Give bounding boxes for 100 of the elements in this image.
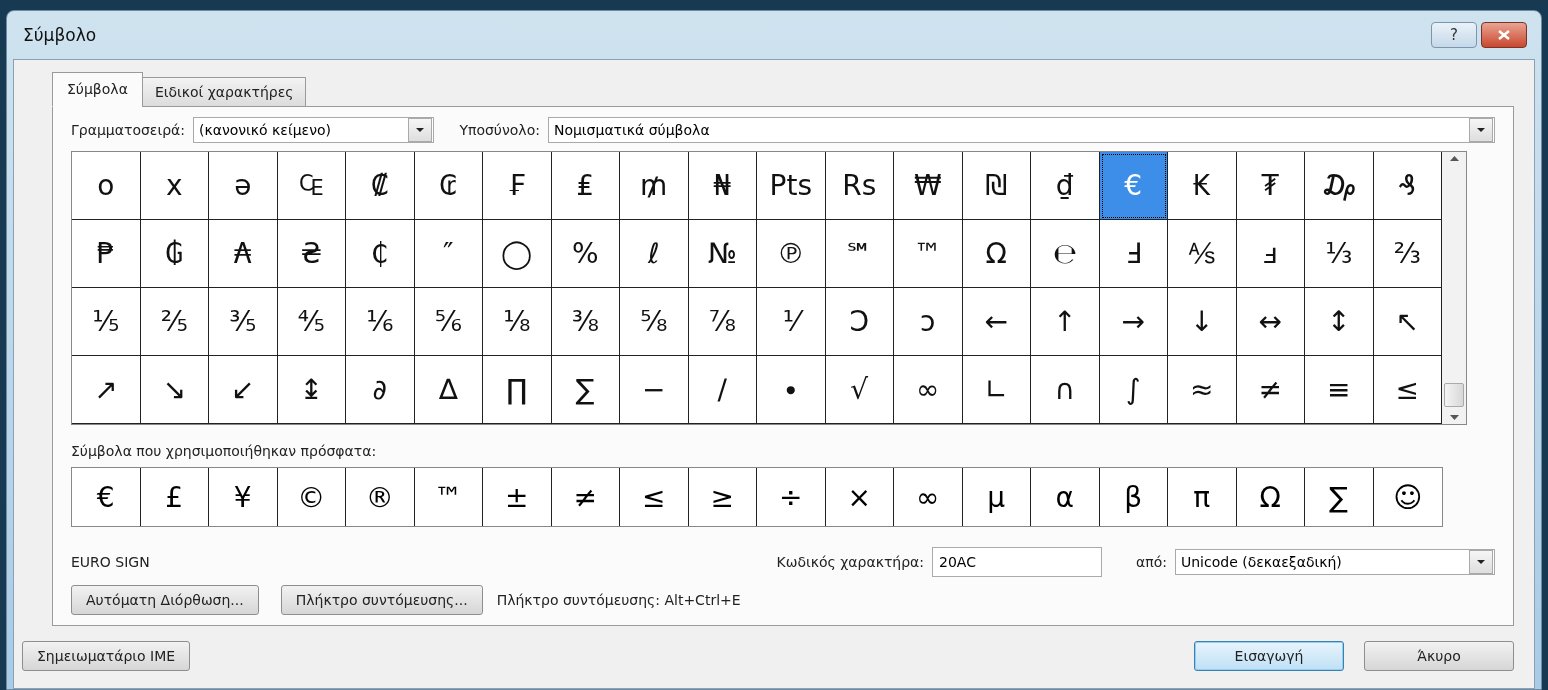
symbol-cell[interactable]: ⅓ — [1305, 220, 1374, 288]
recent-symbol-cell[interactable]: ≤ — [620, 468, 689, 526]
symbol-cell[interactable]: ə — [209, 152, 278, 220]
symbol-cell[interactable]: ⅘ — [277, 288, 346, 356]
symbol-cell[interactable]: ↄ — [894, 288, 963, 356]
symbol-cell[interactable]: ↘ — [140, 356, 209, 424]
symbol-cell[interactable]: ← — [962, 288, 1031, 356]
symbol-cell[interactable]: ₱ — [72, 220, 141, 288]
symbol-cell[interactable]: ₮ — [1236, 152, 1305, 220]
symbol-cell[interactable]: ⅛ — [483, 288, 552, 356]
encoding-dropdown[interactable]: Unicode (δεκαεξαδική) — [1175, 549, 1495, 575]
symbol-cell[interactable]: ∂ — [346, 356, 415, 424]
symbol-cell[interactable]: ∟ — [962, 356, 1031, 424]
symbol-cell[interactable]: Ω — [962, 220, 1031, 288]
symbol-cell[interactable]: ⅗ — [209, 288, 278, 356]
symbol-cell[interactable]: ⅞ — [688, 288, 757, 356]
symbol-cell[interactable]: ₴ — [277, 220, 346, 288]
symbol-cell[interactable]: ⅙ — [346, 288, 415, 356]
symbol-cell[interactable]: ₵ — [346, 220, 415, 288]
symbol-cell[interactable]: ↖ — [1373, 288, 1442, 356]
font-dropdown[interactable]: (κανονικό κείμενο) — [192, 117, 435, 143]
recent-symbol-cell[interactable]: ® — [346, 468, 415, 526]
symbol-cell[interactable]: − — [620, 356, 689, 424]
symbol-cell[interactable]: ↑ — [1031, 288, 1100, 356]
symbol-cell[interactable]: ∑ — [551, 356, 620, 424]
symbol-cell[interactable]: ₤ — [551, 152, 620, 220]
symbol-cell[interactable]: ₢ — [414, 152, 483, 220]
symbol-cell[interactable]: Ↄ — [825, 288, 894, 356]
close-button[interactable] — [1481, 22, 1527, 48]
autocorrect-button[interactable]: Αυτόματη Διόρθωση... — [71, 585, 259, 615]
symbol-cell[interactable]: ⅔ — [1373, 220, 1442, 288]
symbol-cell[interactable]: ∏ — [483, 356, 552, 424]
symbol-cell[interactable]: ₠ — [277, 152, 346, 220]
symbol-cell[interactable]: % — [551, 220, 620, 288]
recent-symbol-cell[interactable]: π — [1168, 468, 1237, 526]
symbol-cell[interactable]: ≈ — [1168, 356, 1237, 424]
symbol-cell[interactable]: ₳ — [209, 220, 278, 288]
symbol-cell[interactable]: ₣ — [483, 152, 552, 220]
symbol-cell[interactable]: ℗ — [757, 220, 826, 288]
symbol-cell[interactable]: ₫ — [1031, 152, 1100, 220]
symbol-cell[interactable]: ™ — [894, 220, 963, 288]
symbol-cell[interactable]: o — [72, 152, 141, 220]
dialog-button[interactable]: Άκυρο — [1364, 641, 1514, 671]
symbol-cell[interactable]: ℠ — [825, 220, 894, 288]
recent-symbol-cell[interactable]: × — [825, 468, 894, 526]
shortcut-key-button[interactable]: Πλήκτρο συντόμευσης... — [280, 585, 483, 615]
symbol-cell[interactable]: ℮ — [1031, 220, 1100, 288]
symbol-cell[interactable]: ₯ — [1305, 152, 1374, 220]
symbol-cell[interactable]: Pts — [757, 152, 826, 220]
symbol-cell[interactable]: ⅎ — [1236, 220, 1305, 288]
symbol-cell[interactable]: ₰ — [1373, 152, 1442, 220]
recent-symbol-cell[interactable]: ≥ — [688, 468, 757, 526]
dialog-button[interactable]: Εισαγωγή — [1194, 641, 1344, 671]
symbol-cell[interactable]: √ — [825, 356, 894, 424]
symbol-cell[interactable]: ⅕ — [72, 288, 141, 356]
recent-symbol-cell[interactable]: € — [72, 468, 141, 526]
ime-pad-button[interactable]: Σημειωματάριο IME — [22, 641, 191, 671]
symbol-cell[interactable]: ↕ — [1305, 288, 1374, 356]
recent-symbol-cell[interactable]: ™ — [414, 468, 483, 526]
symbol-cell[interactable]: ⅖ — [140, 288, 209, 356]
symbol-cell[interactable]: ₡ — [346, 152, 415, 220]
symbol-cell[interactable]: ⅚ — [414, 288, 483, 356]
symbol-cell[interactable]: ◯ — [483, 220, 552, 288]
symbol-cell[interactable]: Ⅎ — [1099, 220, 1168, 288]
recent-symbol-cell[interactable]: © — [277, 468, 346, 526]
symbol-cell[interactable]: ₭ — [1168, 152, 1237, 220]
symbol-cell[interactable]: ↨ — [277, 356, 346, 424]
scrollbar[interactable] — [1442, 152, 1466, 424]
recent-symbol-cell[interactable]: £ — [140, 468, 209, 526]
symbol-cell[interactable]: ∕ — [688, 356, 757, 424]
recent-symbol-cell[interactable]: µ — [962, 468, 1031, 526]
symbol-cell[interactable]: ₪ — [962, 152, 1031, 220]
symbol-cell[interactable]: ↗ — [72, 356, 141, 424]
symbol-cell[interactable]: ∙ — [757, 356, 826, 424]
symbol-cell[interactable]: Rs — [825, 152, 894, 220]
recent-symbol-cell[interactable]: ¥ — [209, 468, 278, 526]
symbol-cell[interactable]: ⅟ — [757, 288, 826, 356]
symbol-cell[interactable]: ″ — [414, 220, 483, 288]
recent-symbol-cell[interactable]: ≠ — [551, 468, 620, 526]
symbol-cell[interactable]: ≠ — [1236, 356, 1305, 424]
symbol-cell[interactable]: ₦ — [688, 152, 757, 220]
char-code-field[interactable]: 20AC — [932, 547, 1103, 577]
symbol-cell[interactable]: → — [1099, 288, 1168, 356]
symbol-cell[interactable]: ∩ — [1031, 356, 1100, 424]
symbol-cell[interactable]: ℓ — [620, 220, 689, 288]
symbol-cell[interactable]: ≤ — [1373, 356, 1442, 424]
help-button[interactable]: ? — [1431, 22, 1477, 48]
recent-symbol-cell[interactable]: ☺ — [1373, 468, 1442, 526]
symbol-cell[interactable]: ↓ — [1168, 288, 1237, 356]
recent-symbol-cell[interactable]: ∞ — [894, 468, 963, 526]
symbol-cell[interactable]: ₲ — [140, 220, 209, 288]
symbol-cell[interactable]: ≡ — [1305, 356, 1374, 424]
recent-symbol-cell[interactable]: ± — [483, 468, 552, 526]
recent-symbol-cell[interactable]: Ω — [1236, 468, 1305, 526]
symbol-cell[interactable]: ⅜ — [551, 288, 620, 356]
symbol-cell[interactable]: ⅍ — [1168, 220, 1237, 288]
tab[interactable]: Σύμβολα — [52, 72, 143, 107]
symbol-cell[interactable]: ₩ — [894, 152, 963, 220]
recent-symbol-cell[interactable]: ÷ — [757, 468, 826, 526]
symbol-cell[interactable]: ∫ — [1099, 356, 1168, 424]
